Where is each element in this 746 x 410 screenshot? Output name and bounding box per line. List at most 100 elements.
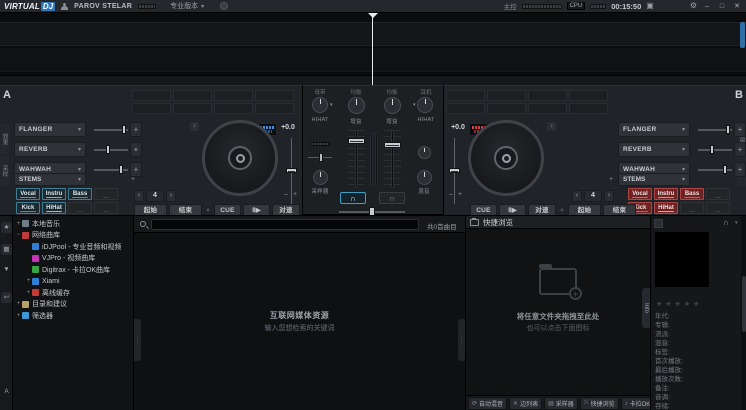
hotcue-slot[interactable] (569, 90, 608, 101)
deck-a-stem-pad-bass[interactable]: Bass (68, 188, 92, 200)
drop-folder-icon[interactable]: + (539, 268, 577, 295)
deck-b-fx-select-2[interactable]: REVERB▾ (618, 142, 690, 157)
prelisten-headphones-icon[interactable]: ∩ (723, 218, 729, 227)
deck-b-stems-select[interactable]: STEMS ▾ (618, 173, 690, 186)
close-button[interactable]: ✕ (732, 2, 742, 10)
deck-a-fx-slider-1[interactable] (94, 122, 128, 137)
mixer-stem-knob-left[interactable] (312, 97, 328, 113)
toolbar-button-自动混音[interactable]: ⟳自动混音 (468, 397, 507, 410)
deck-a-stem-pad-empty[interactable] (94, 188, 118, 200)
deck-a-fx-slider-3[interactable] (94, 162, 128, 177)
deck-a-fx-select-1[interactable]: FLANGER▾ (14, 122, 86, 137)
volume-fader-deck-b[interactable] (384, 130, 401, 188)
hotcue-slot[interactable] (446, 90, 485, 101)
settings-gear-icon[interactable]: ⚙ (690, 2, 697, 10)
tree-expander[interactable]: + (25, 290, 32, 296)
toolbar-button-快捷浏览[interactable]: ⤬快捷浏览 (580, 397, 619, 410)
hotcue-slot[interactable] (446, 103, 485, 114)
fx-slider-thumb[interactable] (723, 165, 727, 174)
hotcue-slot[interactable] (528, 103, 567, 114)
deck-b-fx-slider-1[interactable] (698, 122, 732, 137)
hotcue-slot[interactable] (255, 90, 294, 101)
hotcue-slot[interactable] (255, 103, 294, 114)
deck-b-loop-double-button[interactable]: › (604, 190, 614, 202)
fx-slider-thumb[interactable] (726, 125, 730, 134)
deck-b-fx-add-button-3[interactable]: + (734, 162, 746, 177)
tree-item-离线缓存[interactable]: +离线缓存 (13, 287, 133, 299)
hotcue-slot[interactable] (487, 90, 526, 101)
master-balance-slider[interactable] (308, 152, 332, 164)
splitter-right[interactable]: ⋮ (458, 319, 465, 361)
tree-item-网络曲库[interactable]: −网络曲库 (13, 230, 133, 242)
tree-item-VJPro - 视频曲库[interactable]: VJPro - 视频曲库 (13, 253, 133, 265)
fx-slider-thumb[interactable] (710, 145, 714, 154)
deck-b-jog-wheel[interactable] (468, 120, 544, 196)
deck-b-stem-pad-empty[interactable] (706, 202, 730, 214)
deck-a-loop-double-button[interactable]: › (166, 190, 176, 202)
fx-slider-thumb[interactable] (122, 125, 126, 134)
deck-a-stem-pad-instru[interactable]: Instru (42, 188, 66, 200)
minimize-button[interactable]: – (702, 3, 712, 10)
tree-expander[interactable]: + (15, 301, 22, 307)
deck-a-stem-pad-hihat[interactable]: HiHat (42, 202, 66, 214)
tree-expander[interactable]: − (15, 232, 22, 238)
maximize-button[interactable]: □ (717, 3, 727, 10)
search-input[interactable] (151, 219, 419, 230)
toolbar-button-边列表[interactable]: ✕边列表 (509, 397, 542, 410)
deck-a-fx-slider-2[interactable] (94, 142, 128, 157)
deck-b-zoom-out-button[interactable]: – (447, 191, 455, 199)
volume-fader-deck-a[interactable] (348, 130, 365, 188)
filter-funnel-icon[interactable]: ▼ (1, 264, 12, 275)
hotcue-slot[interactable] (132, 103, 171, 114)
tree-item-筛选器[interactable]: +筛选器 (13, 310, 133, 322)
deck-a-fx-select-2[interactable]: REVERB▾ (14, 142, 86, 157)
pfl-button-deck-b[interactable]: ∩ (379, 192, 405, 204)
deck-a-stem-pad-empty[interactable] (94, 202, 118, 214)
deck-a-fx-add-button-2[interactable]: + (130, 142, 142, 157)
hotcue-slot[interactable] (214, 103, 253, 114)
hotcue-slot[interactable] (214, 90, 253, 101)
edition-dropdown[interactable]: 专业版本 ▾ (170, 1, 204, 11)
info-side-tab[interactable]: Info (642, 288, 650, 328)
deck-a-zoom-in-button[interactable]: + (291, 191, 299, 199)
deck-a-beat-tap-icon[interactable]: ▵ (204, 206, 212, 213)
deck-b-zoom-in-button[interactable]: + (456, 191, 464, 199)
phones-volume-knob[interactable] (418, 146, 431, 159)
chevron-down-icon[interactable]: ▾ (330, 102, 333, 108)
deck-b-loop-length[interactable]: 4 (584, 190, 602, 202)
tree-item-Xiami[interactable]: +Xiami (13, 276, 133, 288)
deck-b-beat-tap-icon[interactable]: ▵ (558, 206, 566, 213)
hotcue-slot[interactable] (173, 90, 212, 101)
pfl-button-deck-a[interactable]: ∩ (340, 192, 366, 204)
deck-b-stem-pad-bass[interactable]: Bass (680, 188, 704, 200)
deck-b-fx-select-1[interactable]: FLANGER▾ (618, 122, 690, 137)
favorites-star-icon[interactable]: ★ (1, 222, 12, 233)
waveform-strip-top[interactable] (0, 22, 746, 46)
fx-slider-thumb[interactable] (106, 145, 110, 154)
hotcue-slot[interactable] (132, 90, 171, 101)
deck-a-loop-length[interactable]: 4 (146, 190, 164, 202)
hotcue-slot[interactable] (487, 103, 526, 114)
toolbar-button-采样器[interactable]: ▤采样器 (544, 397, 578, 410)
deck-a-loop-half-button[interactable]: ‹ (134, 190, 144, 202)
covers-grid-icon[interactable]: ▦ (1, 244, 12, 255)
deck-b-fx-add-button-1[interactable]: + (734, 122, 746, 137)
deck-b-fx-slider-3[interactable] (698, 162, 732, 177)
mixer-gain-knob-1[interactable] (348, 97, 365, 114)
deck-b-stem-pad-empty[interactable] (680, 202, 704, 214)
history-back-icon[interactable]: ↩ (1, 292, 12, 303)
deck-a-zoom-out-button[interactable]: – (282, 191, 290, 199)
deck-a-key-icon[interactable]: ♪ (190, 122, 199, 131)
rating-stars[interactable]: ★★★★★ (656, 300, 702, 308)
tree-expander[interactable]: + (15, 221, 22, 227)
info-scrollbar[interactable] (741, 216, 746, 410)
mixer-stem-knob-right[interactable] (417, 97, 433, 113)
mixer-gain-knob-2[interactable] (384, 97, 401, 114)
phones-mix-knob[interactable] (417, 170, 432, 185)
tree-item-iDJPool - 专业音频和视频[interactable]: iDJPool - 专业音频和视频 (13, 241, 133, 253)
hotcue-slot[interactable] (569, 103, 608, 114)
chevron-down-icon[interactable]: ▾ (735, 220, 738, 226)
record-button[interactable] (220, 2, 228, 10)
deck-b-loop-half-button[interactable]: ‹ (572, 190, 582, 202)
splitter-left[interactable]: ⋮ (134, 319, 141, 361)
